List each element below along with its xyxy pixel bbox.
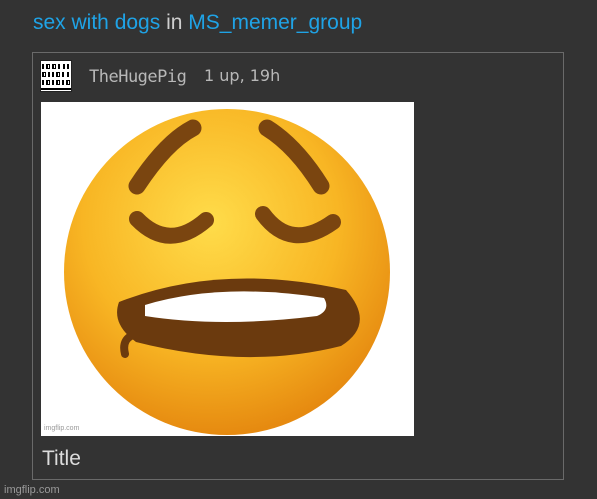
binary-avatar-icon [41, 61, 71, 91]
image-watermark: imgflip.com [44, 425, 80, 432]
group-link[interactable]: MS_memer_group [188, 11, 362, 34]
post-meta: 1 up, 19h [204, 66, 281, 85]
post-header: sex with dogs in MS_memer_group [33, 10, 362, 36]
author-username[interactable]: TheHugePig [89, 67, 187, 87]
post-card: TheHugePig 1 up, 19h imgflip.com Title [32, 52, 564, 480]
weary-emoji-icon [41, 102, 414, 436]
site-watermark: imgflip.com [4, 484, 60, 496]
post-caption: Title [42, 447, 81, 470]
post-title-link[interactable]: sex with dogs [33, 11, 160, 34]
header-connector: in [166, 11, 183, 34]
meme-image[interactable]: imgflip.com [41, 102, 414, 436]
user-avatar[interactable] [40, 60, 72, 92]
